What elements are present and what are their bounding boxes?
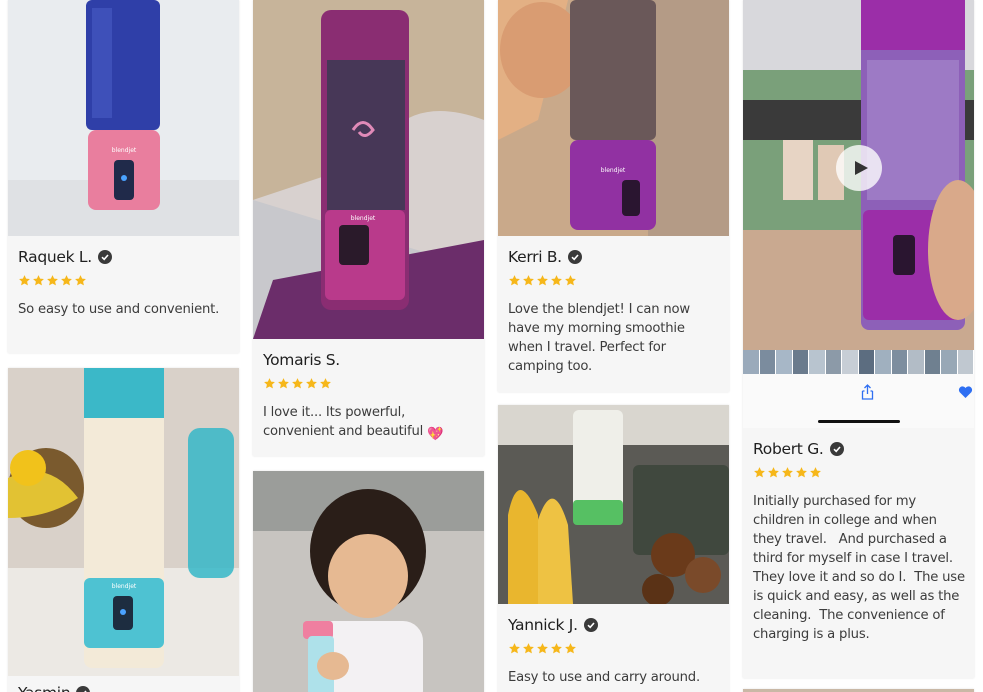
reviewer-name: Yannick J.	[508, 616, 578, 634]
svg-text:blendjet: blendjet	[351, 215, 376, 222]
check-circle-icon	[583, 618, 598, 632]
star-rating	[753, 466, 966, 480]
review-photo[interactable]: blendjet	[8, 368, 239, 676]
review-photo[interactable]: blendjet	[253, 0, 484, 339]
share-icon[interactable]	[752, 384, 874, 400]
review-card[interactable]: blendjet Yasmin	[8, 368, 239, 692]
star-icon	[809, 466, 822, 479]
svg-text:blendjet: blendjet	[112, 583, 137, 590]
reviewer-name: Raquek L.	[18, 248, 92, 266]
star-icon	[550, 274, 563, 287]
review-card[interactable]: Robert G. Initially purchased for my chi…	[743, 0, 974, 678]
review-photo[interactable]	[498, 405, 729, 604]
star-icon	[18, 274, 31, 287]
review-photo[interactable]: blendjet	[498, 0, 729, 236]
review-photo[interactable]: blendjet	[8, 0, 239, 236]
review-card[interactable]	[253, 471, 484, 692]
star-icon	[60, 274, 73, 287]
svg-text:blendjet: blendjet	[112, 147, 137, 154]
review-text: I love it... Its powerful, convenient an…	[263, 403, 476, 442]
star-rating	[508, 274, 721, 288]
star-icon	[508, 642, 521, 655]
review-text: Easy to use and carry around.	[508, 670, 700, 685]
star-icon	[291, 377, 304, 390]
reviewer-name: Yomaris S.	[263, 351, 340, 369]
star-icon	[305, 377, 318, 390]
review-text-body: I love it... Its powerful, convenient an…	[263, 405, 424, 439]
heart-icon[interactable]	[850, 384, 973, 400]
review-text: Love the blendjet! I can now have my mor…	[508, 302, 691, 374]
star-rating	[263, 377, 476, 391]
reviewer-name: Robert G.	[753, 440, 824, 458]
star-icon	[277, 377, 290, 390]
star-rating	[18, 274, 231, 288]
star-icon	[263, 377, 276, 390]
check-circle-icon	[76, 686, 91, 692]
reviewer-name: Yasmin	[18, 684, 71, 692]
star-icon	[564, 274, 577, 287]
review-card[interactable]: blendjet Kerri B. Love the blendjet! I c…	[498, 0, 729, 392]
star-icon	[753, 466, 766, 479]
video-thumbnail-strip	[743, 350, 974, 374]
review-card[interactable]: blendjet Raquek L. So easy to use and co…	[8, 0, 239, 353]
star-icon	[550, 642, 563, 655]
star-rating	[508, 642, 721, 656]
star-icon	[32, 274, 45, 287]
sparkling-heart-emoji: 💖	[427, 427, 444, 442]
home-indicator	[818, 420, 900, 423]
star-icon	[508, 274, 521, 287]
check-circle-icon	[567, 250, 582, 264]
star-icon	[536, 274, 549, 287]
review-text: So easy to use and convenient.	[18, 302, 220, 317]
star-icon	[767, 466, 780, 479]
review-photo[interactable]	[253, 471, 484, 692]
play-icon[interactable]	[836, 145, 882, 191]
reviews-grid: blendjet Raquek L. So easy to use and co…	[0, 0, 983, 692]
review-card[interactable]: blendjet Yomaris S. I love it... Its pow…	[253, 0, 484, 456]
star-icon	[46, 274, 59, 287]
star-icon	[536, 642, 549, 655]
reviewer-name: Kerri B.	[508, 248, 562, 266]
check-circle-icon	[829, 442, 844, 456]
review-card[interactable]: Yannick J. Easy to use and carry around.	[498, 405, 729, 692]
star-icon	[74, 274, 87, 287]
svg-text:blendjet: blendjet	[601, 167, 626, 174]
check-circle-icon	[97, 250, 112, 264]
star-icon	[522, 642, 535, 655]
photo-viewer-toolbar	[743, 374, 974, 428]
trash-icon[interactable]	[950, 384, 966, 400]
review-text: Initially purchased for my children in c…	[753, 494, 969, 642]
star-icon	[522, 274, 535, 287]
star-icon	[564, 642, 577, 655]
review-video[interactable]	[743, 0, 974, 428]
star-icon	[781, 466, 794, 479]
star-icon	[319, 377, 332, 390]
star-icon	[795, 466, 808, 479]
